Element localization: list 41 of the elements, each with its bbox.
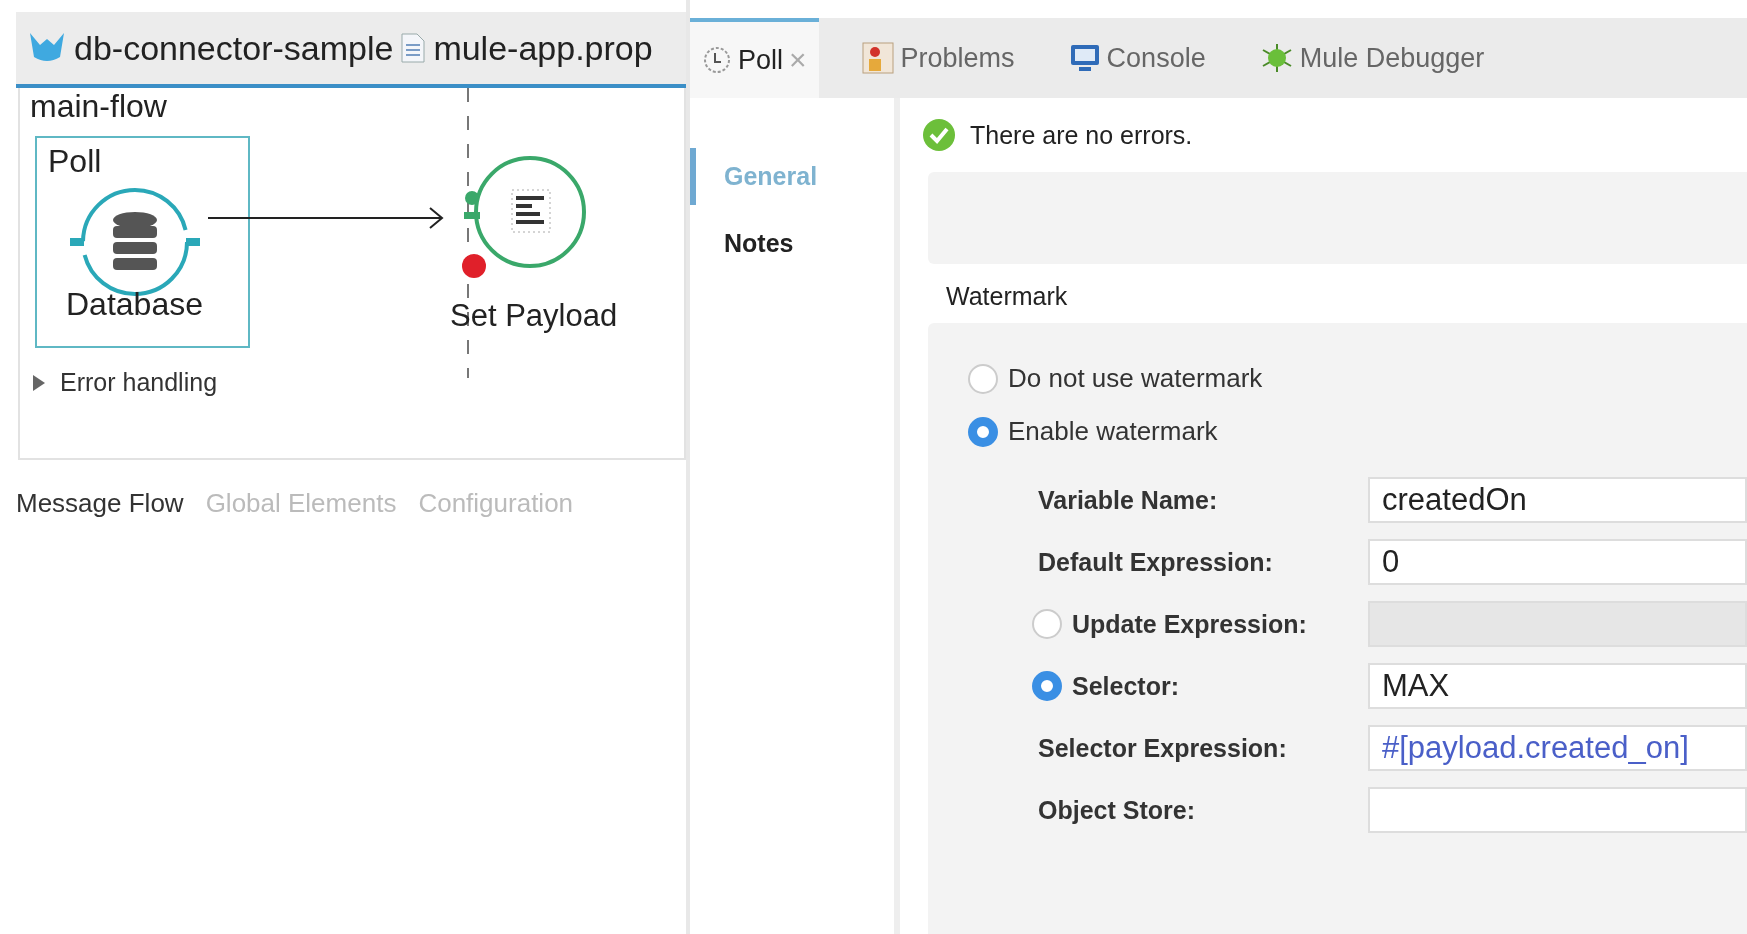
editor-tab[interactable]: mule-app.prop — [433, 28, 653, 68]
field-label: Update Expression: — [1072, 609, 1307, 639]
view-tab[interactable]: Message Flow — [16, 488, 184, 519]
input-field[interactable]: 0 — [1368, 539, 1747, 585]
error-handling-toggle[interactable]: Error handling — [32, 368, 218, 397]
panel-tab[interactable]: Console — [1056, 18, 1218, 98]
section-title: Watermark — [946, 282, 1069, 311]
option-label: Do not use watermark — [1008, 363, 1263, 394]
report-icon — [860, 41, 895, 75]
nav-item[interactable]: Notes — [690, 215, 894, 272]
radio-button[interactable] — [968, 363, 998, 394]
option-label: Enable watermark — [1008, 416, 1218, 447]
processor-label: Set Payload — [450, 298, 618, 334]
field-label: Variable Name: — [1038, 485, 1218, 515]
tab-label: Problems — [900, 42, 1015, 74]
check-icon — [922, 118, 956, 152]
panel-tab[interactable]: Mule Debugger — [1247, 18, 1497, 98]
editor-tab[interactable]: db-connector-sample — [74, 28, 394, 68]
input-field[interactable] — [1368, 787, 1747, 833]
tab-label: Mule Debugger — [1299, 42, 1485, 74]
flow-name: main-flow — [30, 88, 167, 125]
tab-label: Console — [1106, 42, 1206, 74]
tab-label: Poll — [738, 44, 784, 76]
field-label: Object Store: — [1038, 795, 1195, 825]
scope-label: Poll — [48, 143, 102, 180]
panel-tab[interactable]: Problems — [848, 18, 1027, 98]
input-field[interactable]: createdOn — [1368, 477, 1747, 523]
breakpoint-dot[interactable] — [462, 254, 486, 278]
panel-tab[interactable]: Poll × — [690, 18, 819, 98]
field-label: Selector Expression: — [1038, 733, 1287, 763]
source-label: Database — [66, 286, 203, 323]
input-field[interactable]: #[payload.created_on] — [1368, 725, 1747, 771]
input-field[interactable]: MAX — [1368, 663, 1747, 709]
document-icon — [401, 33, 426, 63]
radio-button[interactable] — [1032, 671, 1062, 701]
radio-button[interactable] — [968, 416, 998, 447]
monitor-icon — [1068, 42, 1101, 74]
status-message: There are no errors. — [970, 120, 1193, 150]
clock-icon — [702, 45, 732, 75]
field-label: Default Expression: — [1038, 547, 1273, 577]
field-label: Selector: — [1072, 671, 1179, 701]
